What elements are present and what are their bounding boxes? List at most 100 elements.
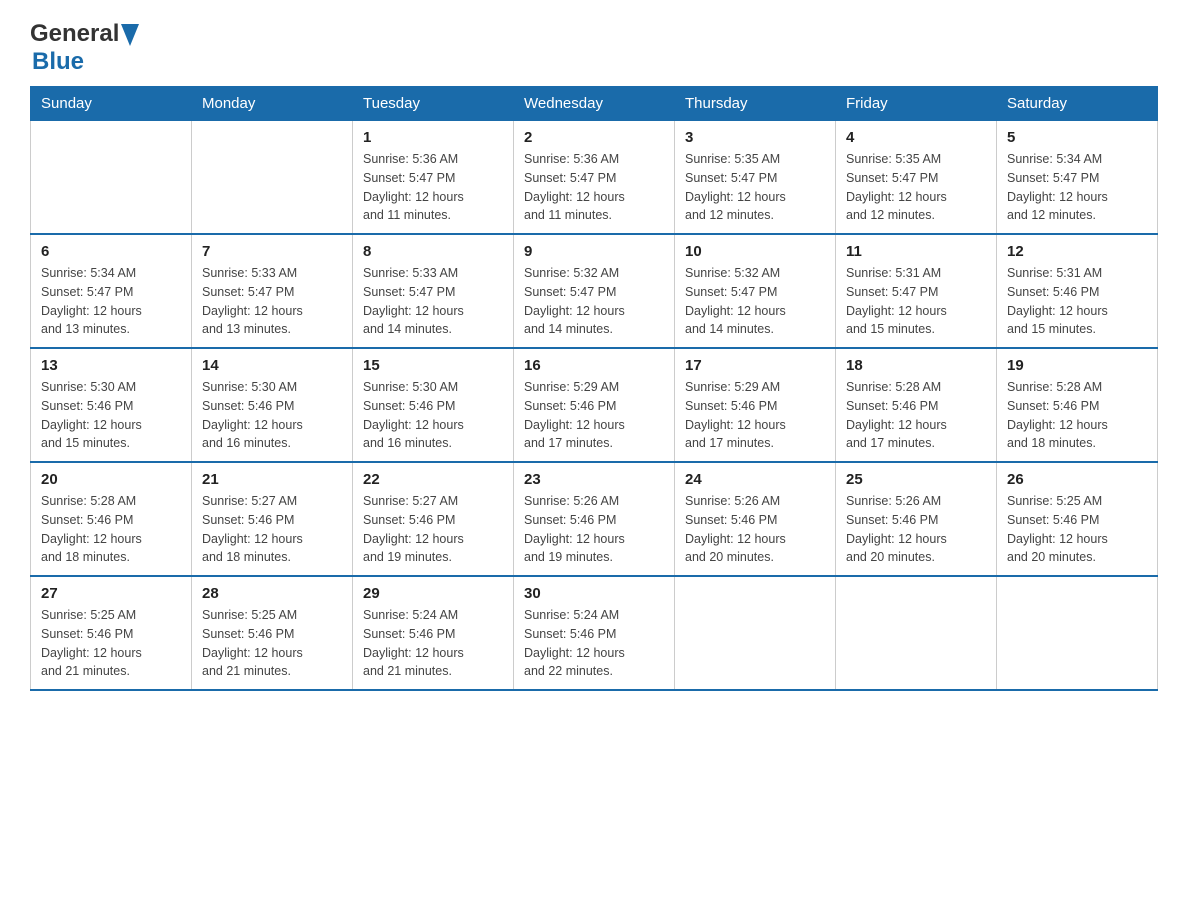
calendar-cell: 17 Sunrise: 5:29 AM Sunset: 5:46 PM Dayli… xyxy=(675,348,836,462)
day-number: 25 xyxy=(846,471,986,488)
calendar-cell xyxy=(836,576,997,690)
column-header-friday: Friday xyxy=(836,87,997,121)
calendar-cell: 9 Sunrise: 5:32 AM Sunset: 5:47 PM Daylig… xyxy=(514,234,675,348)
day-info: Sunrise: 5:32 AM Sunset: 5:47 PM Dayligh… xyxy=(685,264,825,339)
calendar-cell: 11 Sunrise: 5:31 AM Sunset: 5:47 PM Dayli… xyxy=(836,234,997,348)
day-number: 11 xyxy=(846,243,986,260)
day-number: 18 xyxy=(846,357,986,374)
calendar-cell xyxy=(997,576,1158,690)
calendar-cell: 3Sunrise: 5:35 AM Sunset: 5:47 PM Daylig… xyxy=(675,121,836,235)
day-info: Sunrise: 5:26 AM Sunset: 5:46 PM Dayligh… xyxy=(846,492,986,567)
calendar-cell: 29 Sunrise: 5:24 AM Sunset: 5:46 PM Dayli… xyxy=(353,576,514,690)
calendar-week-row: 27 Sunrise: 5:25 AM Sunset: 5:46 PM Dayli… xyxy=(31,576,1158,690)
calendar-cell: 22 Sunrise: 5:27 AM Sunset: 5:46 PM Dayli… xyxy=(353,462,514,576)
column-header-wednesday: Wednesday xyxy=(514,87,675,121)
calendar-cell: 10 Sunrise: 5:32 AM Sunset: 5:47 PM Dayli… xyxy=(675,234,836,348)
day-info: Sunrise: 5:34 AM Sunset: 5:47 PM Dayligh… xyxy=(41,264,181,339)
calendar-cell: 19 Sunrise: 5:28 AM Sunset: 5:46 PM Dayli… xyxy=(997,348,1158,462)
calendar-cell: 5Sunrise: 5:34 AM Sunset: 5:47 PM Daylig… xyxy=(997,121,1158,235)
logo-general-text: General xyxy=(30,20,119,48)
calendar-cell: 28 Sunrise: 5:25 AM Sunset: 5:46 PM Dayli… xyxy=(192,576,353,690)
day-number: 8 xyxy=(363,243,503,260)
calendar-cell: 6Sunrise: 5:34 AM Sunset: 5:47 PM Daylig… xyxy=(31,234,192,348)
day-number: 9 xyxy=(524,243,664,260)
calendar-week-row: 20 Sunrise: 5:28 AM Sunset: 5:46 PM Dayli… xyxy=(31,462,1158,576)
calendar-cell: 7Sunrise: 5:33 AM Sunset: 5:47 PM Daylig… xyxy=(192,234,353,348)
day-info: Sunrise: 5:26 AM Sunset: 5:46 PM Dayligh… xyxy=(685,492,825,567)
column-header-thursday: Thursday xyxy=(675,87,836,121)
day-number: 27 xyxy=(41,585,181,602)
day-number: 30 xyxy=(524,585,664,602)
calendar-week-row: 1 Sunrise: 5:36 AM Sunset: 5:47 PM Daylig… xyxy=(31,121,1158,235)
day-info: Sunrise: 5:33 AM Sunset: 5:47 PM Dayligh… xyxy=(202,264,342,339)
day-info: Sunrise: 5:25 AM Sunset: 5:46 PM Dayligh… xyxy=(202,606,342,681)
day-number: 26 xyxy=(1007,471,1147,488)
calendar-cell: 4 Sunrise: 5:35 AM Sunset: 5:47 PM Daylig… xyxy=(836,121,997,235)
day-info: Sunrise: 5:29 AM Sunset: 5:46 PM Dayligh… xyxy=(524,378,664,453)
day-info: Sunrise: 5:31 AM Sunset: 5:47 PM Dayligh… xyxy=(846,264,986,339)
logo-triangle-icon xyxy=(121,24,139,46)
day-info: Sunrise: 5:29 AM Sunset: 5:46 PM Dayligh… xyxy=(685,378,825,453)
day-number: 22 xyxy=(363,471,503,488)
calendar-cell: 15 Sunrise: 5:30 AM Sunset: 5:46 PM Dayli… xyxy=(353,348,514,462)
calendar-cell xyxy=(675,576,836,690)
day-number: 10 xyxy=(685,243,825,260)
day-number: 2 xyxy=(524,129,664,146)
calendar-cell xyxy=(192,121,353,235)
day-number: 15 xyxy=(363,357,503,374)
logo-blue-text: Blue xyxy=(32,48,84,75)
logo: General Blue xyxy=(30,20,139,76)
column-header-tuesday: Tuesday xyxy=(353,87,514,121)
day-number: 20 xyxy=(41,471,181,488)
day-info: Sunrise: 5:24 AM Sunset: 5:46 PM Dayligh… xyxy=(524,606,664,681)
day-info: Sunrise: 5:26 AM Sunset: 5:46 PM Dayligh… xyxy=(524,492,664,567)
column-header-saturday: Saturday xyxy=(997,87,1158,121)
day-number: 28 xyxy=(202,585,342,602)
day-info: Sunrise: 5:27 AM Sunset: 5:46 PM Dayligh… xyxy=(363,492,503,567)
calendar-cell: 13Sunrise: 5:30 AM Sunset: 5:46 PM Dayli… xyxy=(31,348,192,462)
day-info: Sunrise: 5:28 AM Sunset: 5:46 PM Dayligh… xyxy=(846,378,986,453)
calendar-cell: 16 Sunrise: 5:29 AM Sunset: 5:46 PM Dayli… xyxy=(514,348,675,462)
day-number: 14 xyxy=(202,357,342,374)
day-info: Sunrise: 5:31 AM Sunset: 5:46 PM Dayligh… xyxy=(1007,264,1147,339)
day-number: 4 xyxy=(846,129,986,146)
calendar-cell: 25 Sunrise: 5:26 AM Sunset: 5:46 PM Dayli… xyxy=(836,462,997,576)
day-number: 12 xyxy=(1007,243,1147,260)
calendar-cell: 8 Sunrise: 5:33 AM Sunset: 5:47 PM Daylig… xyxy=(353,234,514,348)
calendar-week-row: 13Sunrise: 5:30 AM Sunset: 5:46 PM Dayli… xyxy=(31,348,1158,462)
day-info: Sunrise: 5:30 AM Sunset: 5:46 PM Dayligh… xyxy=(202,378,342,453)
calendar-cell: 18 Sunrise: 5:28 AM Sunset: 5:46 PM Dayli… xyxy=(836,348,997,462)
day-info: Sunrise: 5:34 AM Sunset: 5:47 PM Dayligh… xyxy=(1007,150,1147,225)
day-info: Sunrise: 5:36 AM Sunset: 5:47 PM Dayligh… xyxy=(363,150,503,225)
calendar-cell: 27 Sunrise: 5:25 AM Sunset: 5:46 PM Dayli… xyxy=(31,576,192,690)
day-info: Sunrise: 5:30 AM Sunset: 5:46 PM Dayligh… xyxy=(41,378,181,453)
day-info: Sunrise: 5:28 AM Sunset: 5:46 PM Dayligh… xyxy=(1007,378,1147,453)
day-info: Sunrise: 5:35 AM Sunset: 5:47 PM Dayligh… xyxy=(846,150,986,225)
calendar-cell: 26 Sunrise: 5:25 AM Sunset: 5:46 PM Dayli… xyxy=(997,462,1158,576)
day-info: Sunrise: 5:32 AM Sunset: 5:47 PM Dayligh… xyxy=(524,264,664,339)
day-number: 24 xyxy=(685,471,825,488)
day-info: Sunrise: 5:28 AM Sunset: 5:46 PM Dayligh… xyxy=(41,492,181,567)
day-number: 17 xyxy=(685,357,825,374)
calendar-cell: 20 Sunrise: 5:28 AM Sunset: 5:46 PM Dayli… xyxy=(31,462,192,576)
day-number: 1 xyxy=(363,129,503,146)
day-info: Sunrise: 5:33 AM Sunset: 5:47 PM Dayligh… xyxy=(363,264,503,339)
day-number: 29 xyxy=(363,585,503,602)
calendar-cell: 24 Sunrise: 5:26 AM Sunset: 5:46 PM Dayli… xyxy=(675,462,836,576)
calendar-table: SundayMondayTuesdayWednesdayThursdayFrid… xyxy=(30,86,1158,691)
day-info: Sunrise: 5:35 AM Sunset: 5:47 PM Dayligh… xyxy=(685,150,825,225)
calendar-cell: 14 Sunrise: 5:30 AM Sunset: 5:46 PM Dayli… xyxy=(192,348,353,462)
column-header-monday: Monday xyxy=(192,87,353,121)
day-info: Sunrise: 5:25 AM Sunset: 5:46 PM Dayligh… xyxy=(1007,492,1147,567)
day-info: Sunrise: 5:30 AM Sunset: 5:46 PM Dayligh… xyxy=(363,378,503,453)
day-info: Sunrise: 5:25 AM Sunset: 5:46 PM Dayligh… xyxy=(41,606,181,681)
day-number: 19 xyxy=(1007,357,1147,374)
column-header-sunday: Sunday xyxy=(31,87,192,121)
day-number: 16 xyxy=(524,357,664,374)
calendar-cell: 12 Sunrise: 5:31 AM Sunset: 5:46 PM Dayli… xyxy=(997,234,1158,348)
calendar-cell xyxy=(31,121,192,235)
day-info: Sunrise: 5:24 AM Sunset: 5:46 PM Dayligh… xyxy=(363,606,503,681)
day-info: Sunrise: 5:36 AM Sunset: 5:47 PM Dayligh… xyxy=(524,150,664,225)
calendar-week-row: 6Sunrise: 5:34 AM Sunset: 5:47 PM Daylig… xyxy=(31,234,1158,348)
day-number: 23 xyxy=(524,471,664,488)
